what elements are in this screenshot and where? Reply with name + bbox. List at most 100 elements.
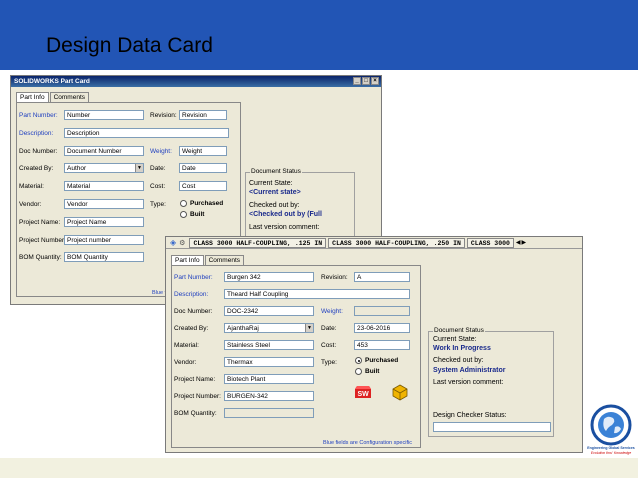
date-field[interactable]: 23-06-2016 <box>354 323 410 333</box>
tab-part-info[interactable]: Part Info <box>16 92 49 102</box>
close-button[interactable]: × <box>371 77 379 85</box>
vendor-label: Vendor: <box>19 201 42 208</box>
solidworks-icon[interactable]: SW <box>353 384 373 400</box>
type-label: Type: <box>150 201 166 208</box>
front-part-card-window: ◈ ⚙ CLASS 3000 HALF-COUPLING, .125 IN CL… <box>165 236 583 453</box>
design-checker-label: Design Checker Status: <box>433 412 507 419</box>
last-version-label: Last version comment: <box>433 379 504 386</box>
window-title: SOLIDWORKS Part Card <box>14 78 90 85</box>
material-field[interactable]: Material <box>64 181 144 191</box>
weight-field[interactable]: Weight <box>179 146 227 156</box>
date-field[interactable]: Date <box>179 163 227 173</box>
slide-footer <box>0 458 638 478</box>
last-version-label: Last version comment: <box>249 224 320 231</box>
weight-label: Weight: <box>321 308 343 315</box>
date-label: Date: <box>150 165 166 172</box>
revision-field[interactable]: A <box>354 272 410 282</box>
config-tab-125[interactable]: CLASS 3000 HALF-COUPLING, .125 IN <box>189 237 327 248</box>
document-status-title: Document Status <box>250 168 302 175</box>
revision-field[interactable]: Revision <box>179 110 227 120</box>
bom-quantity-label: BOM Quantity: <box>19 254 62 261</box>
purchased-radio[interactable] <box>355 357 362 364</box>
bom-quantity-field[interactable]: BOM Quantity <box>64 252 144 262</box>
back-window-titlebar[interactable]: SOLIDWORKS Part Card _ □ × <box>11 76 381 87</box>
project-name-field[interactable]: Biotech Plant <box>224 374 314 384</box>
purchased-label: Purchased <box>190 200 224 207</box>
vendor-field[interactable]: Vendor <box>64 199 144 209</box>
tab-part-info[interactable]: Part Info <box>171 255 204 265</box>
cost-label: Cost: <box>150 183 166 190</box>
doc-number-field[interactable]: Document Number <box>64 146 144 156</box>
weight-label: Weight: <box>150 148 172 155</box>
project-name-field[interactable]: Project Name <box>64 217 144 227</box>
scroll-left-icon[interactable]: ◀ <box>516 239 521 246</box>
purchased-label: Purchased <box>365 357 399 364</box>
created-by-label: Created By: <box>174 325 209 332</box>
design-checker-field[interactable] <box>433 422 551 432</box>
part-number-field[interactable]: Number <box>64 110 144 120</box>
maximize-button[interactable]: □ <box>362 77 370 85</box>
tab-comments[interactable]: Comments <box>204 255 245 265</box>
description-field[interactable]: Description <box>64 128 229 138</box>
material-field[interactable]: Stainless Steel <box>224 340 314 350</box>
checked-out-label: Checked out by: <box>249 202 300 209</box>
logo-ring-text: Engineering Global Services <box>587 446 635 450</box>
document-status-title: Document Status <box>433 327 485 334</box>
part-cube-icon[interactable] <box>390 383 410 401</box>
svg-text:SW: SW <box>358 391 370 398</box>
part-number-field[interactable]: Burgen 342 <box>224 272 314 282</box>
config-tab-250[interactable]: CLASS 3000 HALF-COUPLING, .250 IN <box>328 237 465 248</box>
doc-number-field[interactable]: DOC-2342 <box>224 306 314 316</box>
bom-quantity-field[interactable] <box>224 408 314 418</box>
date-label: Date: <box>321 325 337 332</box>
built-radio[interactable] <box>355 368 362 375</box>
current-state-value: Work In Progress <box>433 345 491 352</box>
project-name-label: Project Name: <box>174 376 216 383</box>
weight-field[interactable] <box>354 306 410 316</box>
project-number-label: Project Number: <box>174 393 221 400</box>
vendor-field[interactable]: Thermax <box>224 357 314 367</box>
checked-out-value: System Administrator <box>433 367 506 374</box>
doc-number-label: Doc Number: <box>174 308 213 315</box>
scroll-right-icon[interactable]: ▶ <box>522 239 527 246</box>
built-label: Built <box>190 211 205 218</box>
current-state-label: Current State: <box>249 180 293 187</box>
description-field[interactable]: Theard Half Coupling <box>224 289 410 299</box>
description-label: Description: <box>174 291 209 298</box>
checked-out-value: <Checked out by (Full <box>249 211 322 218</box>
purchased-radio[interactable] <box>180 200 187 207</box>
created-by-value: Author <box>67 165 87 172</box>
globe-icon <box>590 404 632 446</box>
project-number-field[interactable]: Project number <box>64 235 144 245</box>
gear-icon[interactable]: ⚙ <box>179 239 185 247</box>
cost-field[interactable]: 453 <box>354 340 410 350</box>
project-number-label: Project Number: <box>19 237 66 244</box>
part-number-label: Part Number: <box>19 112 58 119</box>
built-label: Built <box>365 368 380 375</box>
created-by-select[interactable]: AjanthaRaj ▼ <box>224 323 314 333</box>
current-state-value: <Current state> <box>249 189 301 196</box>
type-label: Type: <box>321 359 337 366</box>
chevron-down-icon[interactable]: ▼ <box>135 164 143 172</box>
logo-tagline: Evolution thru' Knowledge <box>590 451 632 455</box>
project-number-field[interactable]: BURGEN-342 <box>224 391 314 401</box>
revision-label: Revision: <box>321 274 348 281</box>
created-by-select[interactable]: Author ▼ <box>64 163 144 173</box>
material-label: Material: <box>19 183 44 190</box>
configuration-toolbar: ◈ ⚙ CLASS 3000 HALF-COUPLING, .125 IN CL… <box>166 237 582 249</box>
config-tab-more[interactable]: CLASS 3000 <box>466 237 514 248</box>
project-name-label: Project Name: <box>19 219 61 226</box>
description-label: Description: <box>19 130 54 137</box>
minimize-button[interactable]: _ <box>353 77 361 85</box>
tab-comments[interactable]: Comments <box>49 92 90 102</box>
cost-label: Cost: <box>321 342 337 349</box>
chevron-down-icon[interactable]: ▼ <box>305 324 313 332</box>
current-state-label: Current State: <box>433 336 477 343</box>
vendor-label: Vendor: <box>174 359 197 366</box>
part-number-label: Part Number: <box>174 274 213 281</box>
material-label: Material: <box>174 342 199 349</box>
built-radio[interactable] <box>180 211 187 218</box>
part-icon[interactable]: ◈ <box>170 238 176 247</box>
bom-quantity-label: BOM Quantity: <box>174 410 217 417</box>
cost-field[interactable]: Cost <box>179 181 227 191</box>
